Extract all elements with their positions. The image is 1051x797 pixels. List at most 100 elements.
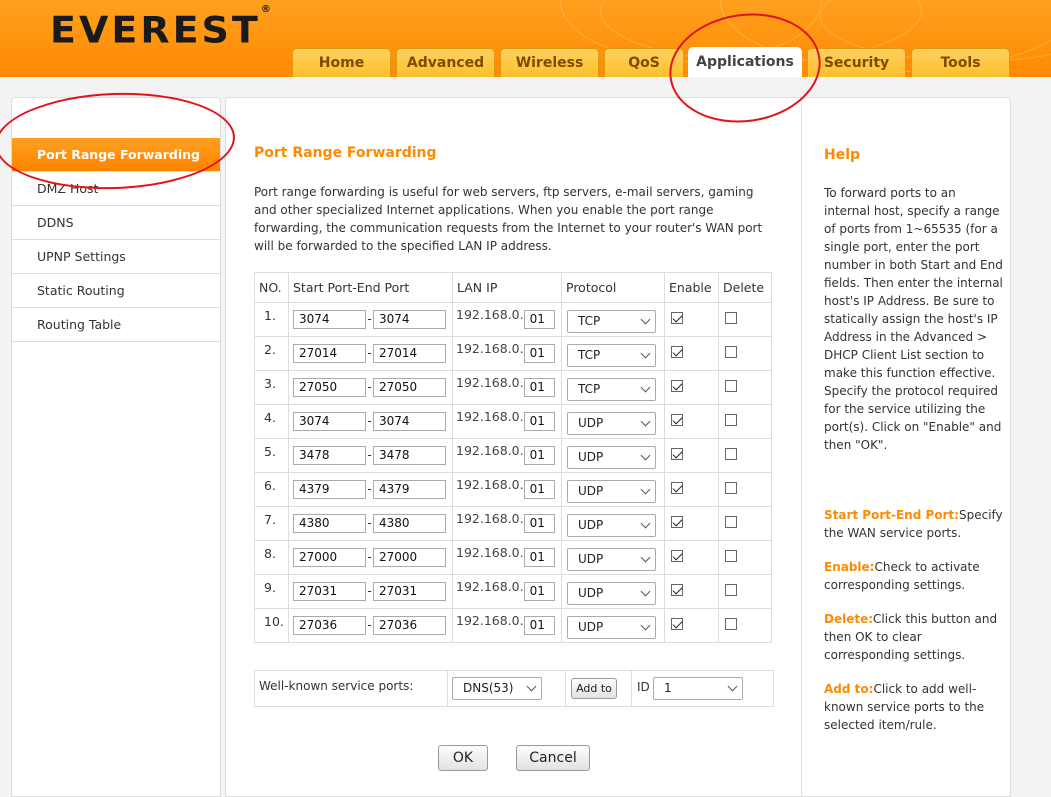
tab-home[interactable]: Home bbox=[292, 48, 391, 77]
protocol-select[interactable]: TCP bbox=[567, 310, 656, 333]
help-intro: To forward ports to an internal host, sp… bbox=[824, 186, 1003, 452]
delete-checkbox[interactable] bbox=[725, 380, 737, 392]
tab-wireless[interactable]: Wireless bbox=[500, 48, 599, 77]
protocol-select[interactable]: TCP bbox=[567, 378, 656, 401]
lan-ip-last-octet-input[interactable]: 01 bbox=[523, 582, 555, 601]
sidebar-item-static-routing[interactable]: Static Routing bbox=[12, 274, 220, 308]
protocol-select[interactable]: TCP bbox=[567, 344, 656, 367]
delete-checkbox[interactable] bbox=[725, 584, 737, 596]
row-number: 3. bbox=[254, 370, 289, 405]
protocol-select[interactable]: UDP bbox=[567, 514, 656, 537]
port-separator: - bbox=[367, 617, 372, 632]
enable-checkbox[interactable] bbox=[671, 380, 683, 392]
well-known-ports-row: Well-known service ports: DNS(53) Add to… bbox=[254, 670, 774, 707]
lan-ip-last-octet-input[interactable]: 01 bbox=[523, 310, 555, 329]
delete-checkbox[interactable] bbox=[725, 482, 737, 494]
tab-qos[interactable]: QoS bbox=[604, 48, 684, 77]
enable-checkbox[interactable] bbox=[671, 346, 683, 358]
port-separator: - bbox=[367, 481, 372, 496]
port-range-cell: 27000-27000 bbox=[288, 540, 453, 575]
tab-applications[interactable]: Applications bbox=[688, 47, 802, 77]
delete-checkbox[interactable] bbox=[725, 618, 737, 630]
sidebar-item-ddns[interactable]: DDNS bbox=[12, 206, 220, 240]
enable-cell bbox=[664, 302, 719, 337]
lan-ip-last-octet-input[interactable]: 01 bbox=[523, 446, 555, 465]
enable-checkbox[interactable] bbox=[671, 550, 683, 562]
start-port-input[interactable]: 3478 bbox=[293, 446, 366, 465]
port-range-cell: 3074-3074 bbox=[288, 404, 453, 439]
lan-ip-last-octet-input[interactable]: 01 bbox=[523, 344, 555, 363]
end-port-input[interactable]: 4379 bbox=[373, 480, 446, 499]
protocol-select[interactable]: UDP bbox=[567, 548, 656, 571]
lan-ip-prefix: 192.168.0. bbox=[456, 579, 524, 594]
lan-ip-last-octet-input[interactable]: 01 bbox=[523, 480, 555, 499]
enable-checkbox[interactable] bbox=[671, 584, 683, 596]
enable-checkbox[interactable] bbox=[671, 448, 683, 460]
cancel-button[interactable]: Cancel bbox=[516, 745, 590, 771]
table-row: 6. 4379-4379 192.168.0. 01 UDP bbox=[254, 472, 772, 507]
lan-ip-last-octet-input[interactable]: 01 bbox=[523, 378, 555, 397]
end-port-input[interactable]: 27014 bbox=[373, 344, 446, 363]
start-port-input[interactable]: 4380 bbox=[293, 514, 366, 533]
tab-security[interactable]: Security bbox=[807, 48, 906, 77]
protocol-select[interactable]: UDP bbox=[567, 412, 656, 435]
sidebar-item-routing-table[interactable]: Routing Table bbox=[12, 308, 220, 342]
well-known-service-select[interactable]: DNS(53) bbox=[452, 677, 542, 700]
delete-checkbox[interactable] bbox=[725, 312, 737, 324]
ok-button[interactable]: OK bbox=[438, 745, 488, 771]
protocol-cell: UDP bbox=[561, 472, 665, 507]
protocol-select[interactable]: UDP bbox=[567, 616, 656, 639]
protocol-value: UDP bbox=[578, 620, 604, 634]
enable-checkbox[interactable] bbox=[671, 516, 683, 528]
delete-checkbox[interactable] bbox=[725, 448, 737, 460]
protocol-select[interactable]: UDP bbox=[567, 480, 656, 503]
rule-id-select[interactable]: 1 bbox=[653, 677, 743, 700]
add-to-button[interactable]: Add to bbox=[571, 678, 617, 699]
end-port-input[interactable]: 3074 bbox=[373, 412, 446, 431]
protocol-value: UDP bbox=[578, 552, 604, 566]
start-port-input[interactable]: 3074 bbox=[293, 412, 366, 431]
start-port-input[interactable]: 27036 bbox=[293, 616, 366, 635]
end-port-input[interactable]: 27000 bbox=[373, 548, 446, 567]
delete-checkbox[interactable] bbox=[725, 414, 737, 426]
start-port-input[interactable]: 27050 bbox=[293, 378, 366, 397]
enable-checkbox[interactable] bbox=[671, 618, 683, 630]
lan-ip-prefix: 192.168.0. bbox=[456, 341, 524, 356]
chevron-down-icon bbox=[640, 586, 651, 597]
start-port-input[interactable]: 27000 bbox=[293, 548, 366, 567]
protocol-cell: UDP bbox=[561, 506, 665, 541]
lan-ip-last-octet-input[interactable]: 01 bbox=[523, 412, 555, 431]
port-range-cell: 27031-27031 bbox=[288, 574, 453, 609]
table-row: 3. 27050-27050 192.168.0. 01 TCP bbox=[254, 370, 772, 405]
protocol-select[interactable]: UDP bbox=[567, 582, 656, 605]
start-port-input[interactable]: 27031 bbox=[293, 582, 366, 601]
tab-tools[interactable]: Tools bbox=[911, 48, 1010, 77]
start-port-input[interactable]: 3074 bbox=[293, 310, 366, 329]
delete-checkbox[interactable] bbox=[725, 550, 737, 562]
end-port-input[interactable]: 27050 bbox=[373, 378, 446, 397]
sidebar-item-port-range-forwarding[interactable]: Port Range Forwarding bbox=[12, 138, 220, 172]
lan-ip-last-octet-input[interactable]: 01 bbox=[523, 514, 555, 533]
sidebar-item-dmz-host[interactable]: DMZ Host bbox=[12, 172, 220, 206]
start-port-input[interactable]: 27014 bbox=[293, 344, 366, 363]
end-port-input[interactable]: 27031 bbox=[373, 582, 446, 601]
tab-advanced[interactable]: Advanced bbox=[396, 48, 495, 77]
enable-cell bbox=[664, 370, 719, 405]
delete-checkbox[interactable] bbox=[725, 346, 737, 358]
table-row: 4. 3074-3074 192.168.0. 01 UDP bbox=[254, 404, 772, 439]
end-port-input[interactable]: 3074 bbox=[373, 310, 446, 329]
delete-checkbox[interactable] bbox=[725, 516, 737, 528]
end-port-input[interactable]: 27036 bbox=[373, 616, 446, 635]
enable-checkbox[interactable] bbox=[671, 482, 683, 494]
help-term: Add to: bbox=[824, 682, 874, 696]
lan-ip-last-octet-input[interactable]: 01 bbox=[523, 548, 555, 567]
protocol-select[interactable]: UDP bbox=[567, 446, 656, 469]
end-port-input[interactable]: 3478 bbox=[373, 446, 446, 465]
everest-logo[interactable]: EVEREST® bbox=[50, 5, 271, 51]
enable-checkbox[interactable] bbox=[671, 312, 683, 324]
lan-ip-last-octet-input[interactable]: 01 bbox=[523, 616, 555, 635]
start-port-input[interactable]: 4379 bbox=[293, 480, 366, 499]
end-port-input[interactable]: 4380 bbox=[373, 514, 446, 533]
enable-checkbox[interactable] bbox=[671, 414, 683, 426]
sidebar-item-upnp-settings[interactable]: UPNP Settings bbox=[12, 240, 220, 274]
